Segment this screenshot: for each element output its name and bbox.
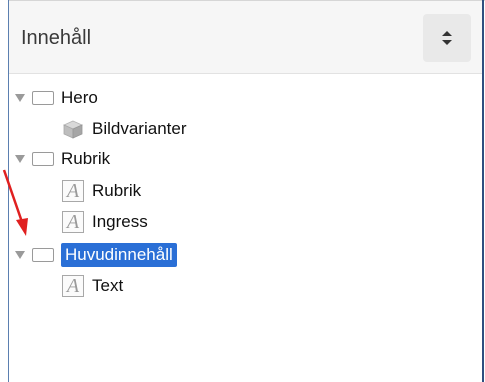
expand-toggle-icon[interactable]: [14, 249, 26, 261]
tree-item-label: Ingress: [92, 212, 148, 231]
tree-item-label: Rubrik: [92, 181, 142, 200]
tree-item-label: Text: [92, 276, 124, 295]
expand-toggle-icon[interactable]: [14, 153, 26, 165]
tree-item-rubrik-text[interactable]: A Rubrik: [62, 177, 141, 205]
text-a-icon: A: [62, 211, 84, 233]
expand-toggle-icon[interactable]: [14, 92, 26, 104]
tree-item-label: Rubrik: [61, 149, 111, 168]
tree-item-hero[interactable]: Hero: [14, 84, 98, 112]
tree-item-label-selected: Huvudinnehåll: [61, 243, 177, 267]
tree-item-text[interactable]: A Text: [62, 272, 123, 300]
content-tree: Hero Bildvarianter Rubrik A Rubrik A Ing…: [0, 0, 485, 382]
tree-item-ingress[interactable]: A Ingress: [62, 208, 148, 236]
block-icon: [32, 248, 54, 262]
content-panel: Innehåll Hero Bildvarianter Rubrik A Rub…: [0, 0, 485, 382]
tree-item-bildvarianter[interactable]: Bildvarianter: [62, 115, 187, 143]
cube-icon: [62, 119, 84, 139]
block-icon: [32, 91, 54, 105]
text-a-icon: A: [62, 180, 84, 202]
text-a-icon: A: [62, 275, 84, 297]
tree-item-label: Bildvarianter: [92, 119, 187, 138]
block-icon: [32, 152, 54, 166]
tree-item-huvudinnehall[interactable]: Huvudinnehåll: [14, 241, 177, 269]
tree-item-label: Hero: [61, 88, 98, 107]
tree-item-rubrik-block[interactable]: Rubrik: [14, 145, 110, 173]
